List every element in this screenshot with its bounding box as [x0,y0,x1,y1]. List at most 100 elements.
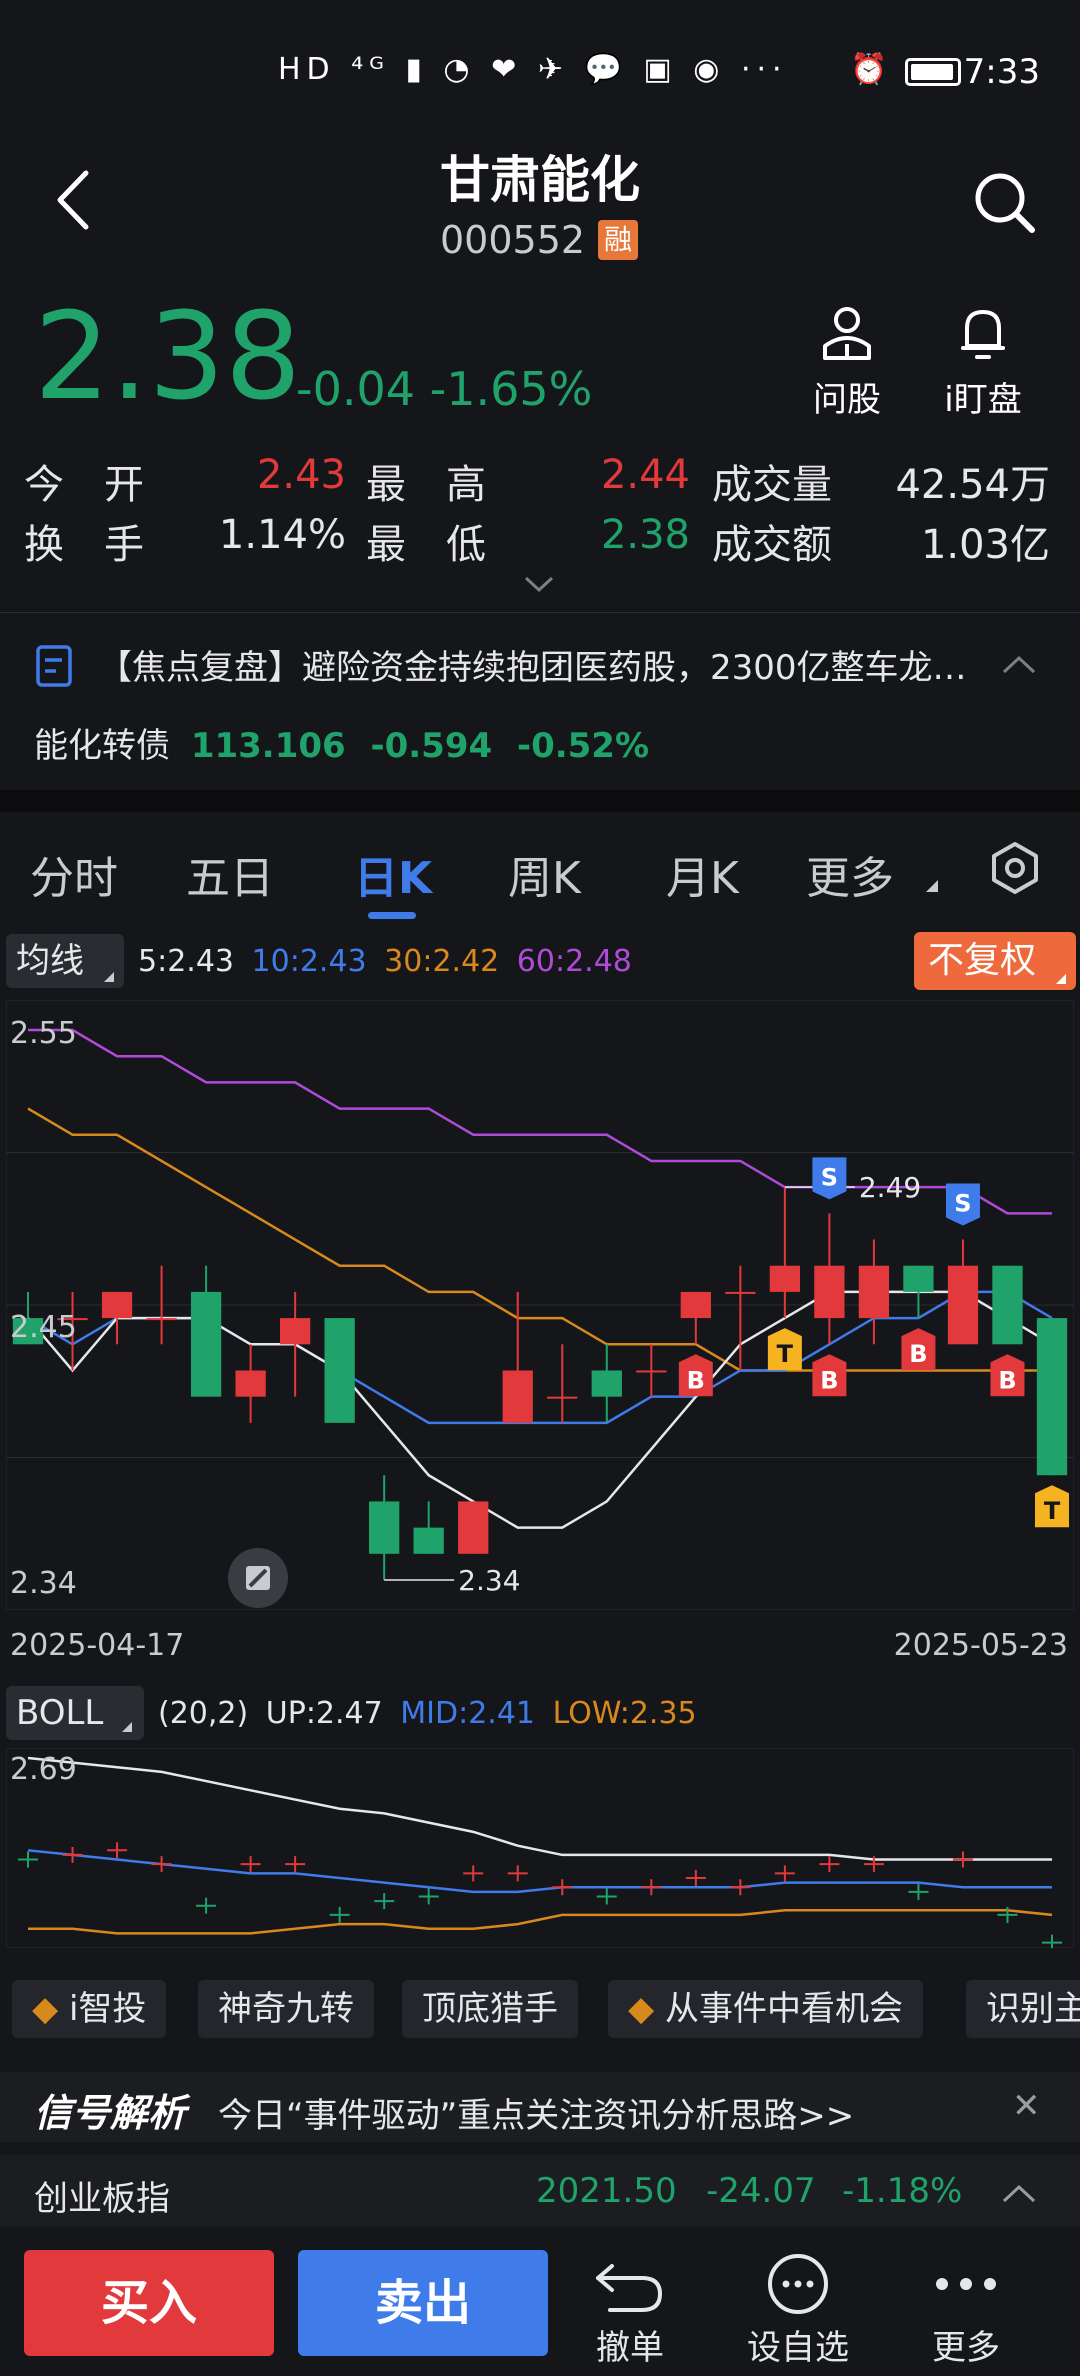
index-change: -24.07 [706,2171,816,2211]
signal-label: T [777,1340,794,1368]
turnover-label: 换 手 [24,522,144,568]
y-tick-mid: 2.45 [10,1310,77,1345]
search-icon [975,173,1035,233]
watch-button[interactable]: i盯盘 [928,300,1038,420]
tab-five-day[interactable]: 五日 [186,842,274,906]
change-value: -0.04 [296,362,416,416]
bond-pct: -0.52% [516,726,650,766]
strategy-chip-hunter[interactable]: 顶底猎手 [402,1980,578,2038]
boll-svg [5,1747,1075,1951]
boll-chart[interactable]: 2.69 [5,1747,1075,1951]
amount-value: 1.03亿 [920,522,1050,568]
index-pct: -1.18% [842,2171,963,2211]
price-change: -0.04 -1.65% [296,362,592,416]
strategy-chip-main[interactable]: 识别主力 [966,1980,1080,2038]
signal-label: T [1044,1497,1061,1525]
stock-code: 000552 [440,218,586,262]
convertible-bond[interactable]: 能化转债 113.106 -0.594 -0.52% [34,718,649,767]
boll-values: (20,2) UP:2.47 MID:2.41 LOW:2.35 [158,1696,697,1731]
adjust-selector[interactable]: 不复权 [914,932,1076,990]
cancel-order-button[interactable]: 撤单 [560,2248,700,2368]
low-value: 2.38 [600,512,690,558]
boll-mid-line [27,1849,1052,1894]
chevron-up-icon[interactable] [1000,2179,1038,2209]
candle-body [235,1370,266,1397]
battery-icon [905,58,961,86]
add-watchlist-button[interactable]: 设自选 [728,2248,868,2368]
chart-settings-button[interactable] [985,838,1045,902]
strategy-label: 神奇九转 [218,1989,354,2029]
candle-body [992,1265,1023,1345]
index-value: 2021.50 [536,2171,677,2211]
strategy-chip-ai[interactable]: ◆ i智投 [12,1980,167,2038]
diamond-icon: ◆ [32,1989,59,2029]
collapse-news-button[interactable] [1000,650,1038,682]
active-tab-indicator [368,912,416,919]
signal-label: B [687,1366,705,1394]
candle-body [369,1501,400,1554]
ask-stock-button[interactable]: 问股 [792,300,902,420]
candle-body [1036,1318,1068,1476]
candle-body [547,1396,578,1399]
high-annotation: 2.49 [859,1171,921,1204]
candle-body [769,1265,801,1292]
indicator-label: BOLL [16,1693,104,1733]
signal-banner[interactable]: 信号解析 今日“事件驱动”重点关注资讯分析思路>> ✕ [0,2072,1080,2142]
tab-more[interactable]: 更多 [806,842,894,906]
chevron-down-icon [524,576,554,593]
alarm-icon: ⏰ [850,52,888,87]
tab-monthly-k[interactable]: 月K [666,842,739,906]
ma60-value: 60:2.48 [516,944,632,979]
margin-badge: 融 [598,220,638,260]
strategy-label: 从事件中看机会 [664,1989,903,2029]
ma30-value: 30:2.42 [384,944,500,979]
more-label: 更多 [932,2328,1000,2368]
expand-stats-button[interactable] [522,572,556,600]
stock-name: 甘肃能化 [440,151,640,209]
tab-weekly-k[interactable]: 周K [508,842,581,906]
add-watchlist-label: 设自选 [747,2328,849,2368]
bell-icon [961,310,1005,359]
chevron-up-icon [1002,655,1036,674]
draw-tool-button[interactable] [228,1548,288,1608]
search-button[interactable] [970,168,1040,238]
index-ticker[interactable]: 创业板指 2021.50 -24.07 -1.18% [0,2155,1080,2227]
ma5-line [27,1290,1053,1529]
signal-label: B [909,1340,927,1368]
candle-body [502,1370,533,1423]
candle-body [680,1291,711,1319]
signal-label: S [821,1163,838,1191]
sell-button[interactable]: 卖出 [298,2250,548,2356]
boll-y-tick: 2.69 [10,1752,77,1787]
bond-name: 能化转债 [34,726,170,766]
signal-label: B [998,1366,1016,1394]
dots-icon [936,2278,996,2290]
candle-body [324,1318,355,1423]
ma-selector-label: 均线 [16,941,84,981]
tab-intraday[interactable]: 分时 [30,842,118,906]
ma-values: 5:2.43 10:2.43 30:2.42 60:2.48 [138,944,632,979]
strategy-chip-event[interactable]: ◆ 从事件中看机会 [608,1980,923,2038]
kline-chart[interactable]: 2.49 2.34 B T S B B S B T 2.55 2.45 2.34 [5,999,1075,1611]
open-value: 2.43 [256,452,346,498]
close-icon[interactable]: ✕ [1012,2086,1041,2126]
ma10-value: 10:2.43 [251,944,367,979]
undo-icon [596,2264,663,2312]
open-label: 今 开 [24,462,144,508]
candle-body [947,1265,979,1345]
boll-border [5,1747,1075,1949]
candle-body [858,1265,890,1319]
tab-daily-k[interactable]: 日K [354,842,432,906]
amount-label: 成交额 [712,522,832,568]
hexagon-settings-icon [992,842,1038,894]
strategy-chip-nine[interactable]: 神奇九转 [198,1980,374,2038]
boll-low: LOW:2.35 [552,1696,697,1731]
strategy-label: i智投 [68,1989,147,2029]
signal-text: 今日“事件驱动”重点关注资讯分析思路>> [218,2096,855,2136]
more-button[interactable]: 更多 [896,2248,1036,2368]
divider [0,612,1080,613]
buy-button[interactable]: 买入 [24,2250,274,2356]
news-headline[interactable]: 【焦点复盘】避险资金持续抱团医药股，2300亿整车龙头… [98,640,978,689]
ma10-line [27,1290,1053,1425]
candle-body [190,1291,222,1397]
